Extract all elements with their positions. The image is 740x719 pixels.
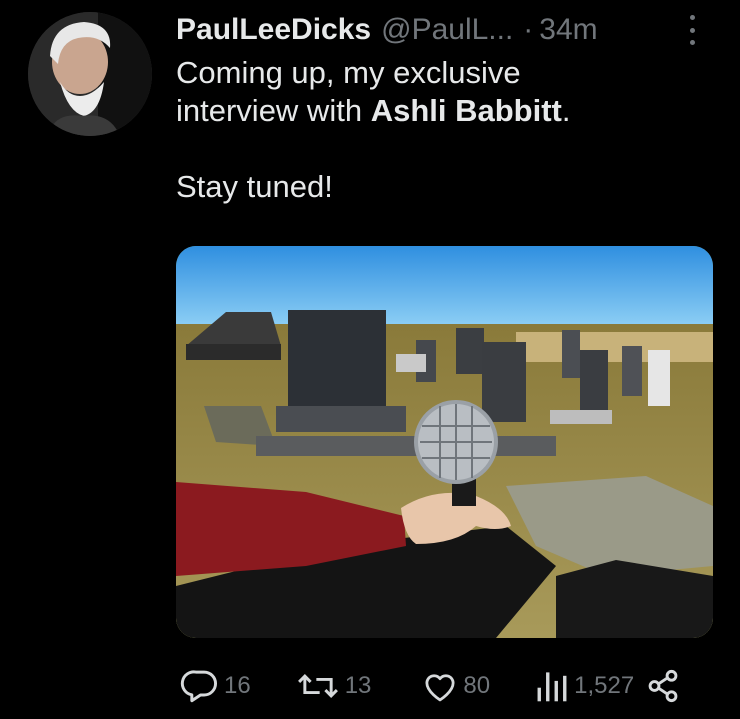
- tweet-media-image[interactable]: [176, 246, 713, 638]
- reply-count: 16: [224, 672, 251, 699]
- more-dot: [689, 27, 695, 33]
- avatar-image: [28, 12, 152, 136]
- cemetery-photo: [176, 246, 713, 638]
- author-avatar[interactable]: [28, 12, 152, 136]
- author-display-name[interactable]: PaulLeeDicks: [176, 13, 371, 47]
- like-button[interactable]: 80: [421, 669, 490, 703]
- tweet-text-gap: [176, 130, 696, 168]
- tweet-text-line-2: interview with Ashli Babbitt.: [176, 92, 696, 130]
- tweet-actions-bar: 16 13 80 1,527: [176, 664, 686, 708]
- separator-dot: ·: [523, 13, 534, 46]
- repost-count: 13: [344, 672, 372, 699]
- more-dot: [689, 40, 695, 45]
- more-vertical-icon: [689, 15, 695, 20]
- more-options-button[interactable]: [680, 12, 704, 48]
- tweet-text-suffix: .: [561, 93, 571, 128]
- repost-arrows-icon: [297, 674, 338, 698]
- like-count: 80: [463, 672, 491, 699]
- tweet-text: Coming up, my exclusive interview with A…: [176, 54, 696, 206]
- tweet-text-prefix: interview with: [176, 93, 371, 128]
- bar-chart-icon: [537, 672, 567, 702]
- repost-button[interactable]: 13: [295, 669, 372, 703]
- tweet-header: PaulLeeDicks @PaulL... · 34m: [176, 10, 706, 50]
- tweet-timestamp[interactable]: 34m: [539, 13, 597, 47]
- reply-bubble-icon: [180, 670, 217, 703]
- views-count: 1,527: [574, 672, 635, 699]
- heart-icon: [425, 674, 455, 702]
- share-button[interactable]: [646, 669, 680, 703]
- tweet-text-line-3: Stay tuned!: [176, 169, 333, 204]
- author-handle[interactable]: @PaulL...: [381, 13, 513, 47]
- reply-button[interactable]: 16: [180, 668, 251, 704]
- share-nodes-icon: [648, 669, 678, 703]
- mention-bold: Ashli Babbitt: [370, 93, 562, 128]
- views-button[interactable]: 1,527: [534, 669, 634, 703]
- tweet-text-line-1: Coming up, my exclusive: [176, 55, 521, 90]
